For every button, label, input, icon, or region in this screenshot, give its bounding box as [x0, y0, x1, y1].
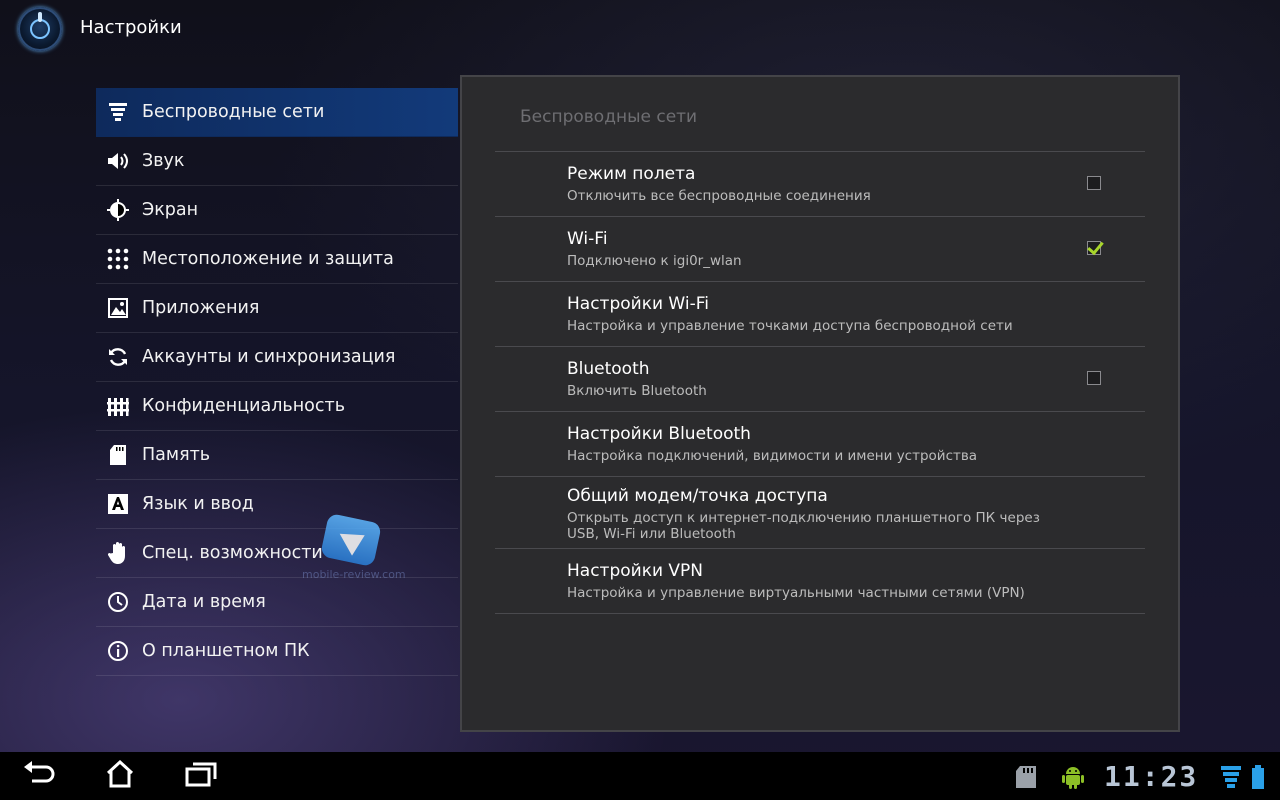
category-label: Местоположение и защита — [142, 249, 394, 269]
airplane-mode-checkbox[interactable] — [1087, 176, 1101, 190]
wifi-checkbox[interactable] — [1087, 241, 1101, 255]
home-icon — [105, 759, 135, 792]
category-privacy[interactable]: Конфиденциальность — [96, 382, 458, 431]
pref-title: Режим полета — [567, 164, 696, 184]
pref-title: Wi-Fi — [567, 229, 608, 249]
category-about-tablet[interactable]: О планшетном ПК — [96, 627, 458, 676]
pref-airplane-mode[interactable]: Режим полета Отключить все беспроводные … — [495, 152, 1145, 217]
speaker-icon — [106, 149, 130, 173]
preference-list: Режим полета Отключить все беспроводные … — [495, 151, 1145, 614]
pref-bluetooth[interactable]: Bluetooth Включить Bluetooth — [495, 347, 1145, 412]
category-label: Спец. возможности — [142, 543, 323, 563]
clock-icon — [106, 590, 130, 614]
pref-wifi-settings[interactable]: Настройки Wi-Fi Настройка и управление т… — [495, 282, 1145, 347]
sd-card-icon — [106, 443, 130, 467]
pref-title: Настройки VPN — [567, 561, 704, 581]
recent-apps-button[interactable] — [184, 762, 218, 790]
category-location-security[interactable]: Местоположение и защита — [96, 235, 458, 284]
category-date-time[interactable]: Дата и время — [96, 578, 458, 627]
wireless-signal-icon — [106, 100, 130, 124]
category-display[interactable]: Экран — [96, 186, 458, 235]
pref-tethering-hotspot[interactable]: Общий модем/точка доступа Открыть доступ… — [495, 477, 1145, 549]
pref-vpn-settings[interactable]: Настройки VPN Настройка и управление вир… — [495, 549, 1145, 614]
pref-wifi[interactable]: Wi-Fi Подключено к igi0r_wlan — [495, 217, 1145, 282]
info-icon — [106, 639, 130, 663]
privacy-fence-icon — [106, 394, 130, 418]
battery-icon[interactable] — [1250, 764, 1276, 790]
language-icon — [106, 492, 130, 516]
category-label: Аккаунты и синхронизация — [142, 347, 396, 367]
category-label: Экран — [142, 200, 199, 220]
brightness-icon — [106, 198, 130, 222]
recent-apps-icon — [185, 761, 217, 791]
category-label: О планшетном ПК — [142, 641, 310, 661]
category-storage[interactable]: Память — [96, 431, 458, 480]
android-debug-icon[interactable] — [1060, 764, 1086, 790]
category-wireless[interactable]: Беспроводные сети — [96, 88, 458, 137]
pref-summary: Открыть доступ к интернет-подключению пл… — [567, 510, 1040, 542]
bluetooth-checkbox[interactable] — [1087, 371, 1101, 385]
pref-summary: Настройка подключений, видимости и имени… — [567, 448, 978, 464]
category-accounts-sync[interactable]: Аккаунты и синхронизация — [96, 333, 458, 382]
pref-title: Настройки Wi-Fi — [567, 294, 709, 314]
wireless-settings-panel: Беспроводные сети Режим полета Отключить… — [460, 75, 1180, 732]
status-clock[interactable]: 11:23 — [1104, 760, 1198, 793]
system-bar: 11:23 — [0, 752, 1280, 800]
watermark: mobile-review.com — [300, 512, 410, 584]
pref-title: Общий модем/точка доступа — [567, 486, 828, 506]
action-bar: Настройки — [0, 0, 1280, 58]
mobile-review-logo-icon — [320, 512, 382, 568]
apps-icon — [106, 296, 130, 320]
page-title: Настройки — [80, 17, 182, 38]
pref-title: Bluetooth — [567, 359, 650, 379]
category-label: Приложения — [142, 298, 260, 318]
hand-icon — [106, 541, 130, 565]
pref-summary: Настройка и управление виртуальными част… — [567, 585, 1025, 601]
location-grid-icon — [106, 247, 130, 271]
category-applications[interactable]: Приложения — [96, 284, 458, 333]
pref-summary: Настройка и управление точками доступа б… — [567, 318, 1013, 334]
settings-category-list: Беспроводные сети Звук Экран Местоположе… — [96, 88, 458, 676]
sync-icon — [106, 345, 130, 369]
category-sound[interactable]: Звук — [96, 137, 458, 186]
category-label: Дата и время — [142, 592, 266, 612]
category-label: Память — [142, 445, 211, 465]
back-button[interactable] — [22, 761, 56, 791]
pref-summary: Включить Bluetooth — [567, 383, 707, 399]
home-button[interactable] — [103, 759, 137, 792]
sd-card-status-icon[interactable] — [1014, 764, 1040, 790]
pref-summary: Отключить все беспроводные соединения — [567, 188, 871, 204]
category-label: Конфиденциальность — [142, 396, 346, 416]
category-label: Язык и ввод — [142, 494, 254, 514]
category-label: Беспроводные сети — [142, 102, 325, 122]
back-icon — [22, 761, 56, 791]
pref-summary: Подключено к igi0r_wlan — [567, 253, 742, 269]
settings-app-icon[interactable] — [18, 7, 62, 51]
watermark-text: mobile-review.com — [302, 568, 406, 581]
panel-header: Беспроводные сети — [520, 107, 698, 127]
pref-bluetooth-settings[interactable]: Настройки Bluetooth Настройка подключени… — [495, 412, 1145, 477]
category-label: Звук — [142, 151, 185, 171]
wifi-status-icon[interactable] — [1220, 764, 1246, 790]
pref-title: Настройки Bluetooth — [567, 424, 751, 444]
